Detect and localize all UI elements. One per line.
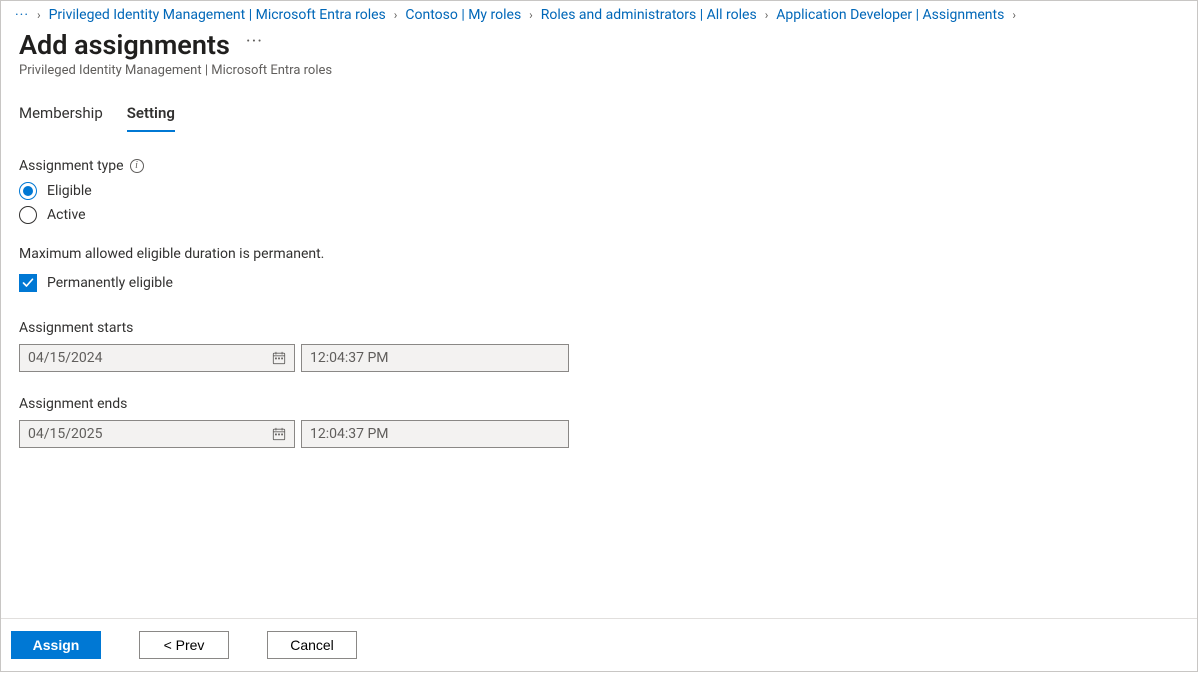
calendar-icon	[272, 427, 286, 441]
breadcrumb-link-roles[interactable]: Roles and administrators | All roles	[541, 7, 757, 23]
chevron-right-icon: ›	[763, 8, 771, 22]
chevron-right-icon: ›	[527, 8, 535, 22]
assignment-type-label: Assignment type i	[19, 158, 1179, 174]
breadcrumb-link-contoso[interactable]: Contoso | My roles	[405, 7, 521, 23]
page-subtitle: Privileged Identity Management | Microso…	[19, 63, 1179, 78]
form-body: Assignment type i Eligible Active Maximu…	[1, 132, 1197, 618]
assignment-ends-label: Assignment ends	[19, 396, 1179, 412]
chevron-right-icon: ›	[1010, 8, 1018, 22]
assignment-starts-date-value: 04/15/2024	[28, 350, 103, 366]
page-header: Add assignments ··· Privileged Identity …	[1, 25, 1197, 78]
radio-icon	[19, 182, 37, 200]
assignment-starts-date-input[interactable]: 04/15/2024	[19, 344, 295, 372]
page-title: Add assignments	[19, 29, 230, 61]
assignment-ends-time-value: 12:04:37 PM	[310, 426, 389, 442]
calendar-icon	[272, 351, 286, 365]
radio-active-label: Active	[47, 207, 86, 223]
breadcrumb-link-appdev[interactable]: Application Developer | Assignments	[776, 7, 1004, 23]
breadcrumb-link-pim[interactable]: Privileged Identity Management | Microso…	[49, 7, 386, 23]
tab-membership[interactable]: Membership	[19, 104, 103, 132]
chevron-right-icon: ›	[35, 8, 43, 22]
assignment-ends-time-input[interactable]: 12:04:37 PM	[301, 420, 569, 448]
tab-setting[interactable]: Setting	[127, 104, 175, 132]
more-commands-button[interactable]: ···	[246, 31, 263, 52]
radio-icon	[19, 206, 37, 224]
cancel-button[interactable]: Cancel	[267, 631, 357, 659]
duration-hint: Maximum allowed eligible duration is per…	[19, 246, 1179, 262]
footer: Assign < Prev Cancel	[1, 618, 1197, 671]
assignment-ends-date-input[interactable]: 04/15/2025	[19, 420, 295, 448]
info-icon[interactable]: i	[130, 159, 144, 173]
radio-eligible[interactable]: Eligible	[19, 182, 1179, 200]
radio-active[interactable]: Active	[19, 206, 1179, 224]
prev-button[interactable]: < Prev	[139, 631, 229, 659]
checkbox-icon	[19, 274, 37, 292]
chevron-right-icon: ›	[392, 8, 400, 22]
tabs: Membership Setting	[1, 78, 1197, 132]
assignment-type-radio-group: Eligible Active	[19, 182, 1179, 224]
assignment-starts-label: Assignment starts	[19, 320, 1179, 336]
assignment-starts-time-input[interactable]: 12:04:37 PM	[301, 344, 569, 372]
assign-button[interactable]: Assign	[11, 631, 101, 659]
assignment-ends-date-value: 04/15/2025	[28, 426, 103, 442]
radio-eligible-label: Eligible	[47, 183, 92, 199]
assignment-type-label-text: Assignment type	[19, 158, 124, 174]
permanently-eligible-checkbox[interactable]: Permanently eligible	[19, 274, 1179, 292]
breadcrumb: ··· › Privileged Identity Management | M…	[1, 1, 1197, 25]
permanently-eligible-label: Permanently eligible	[47, 275, 173, 291]
breadcrumb-more[interactable]: ···	[15, 7, 29, 23]
assignment-starts-time-value: 12:04:37 PM	[310, 350, 389, 366]
